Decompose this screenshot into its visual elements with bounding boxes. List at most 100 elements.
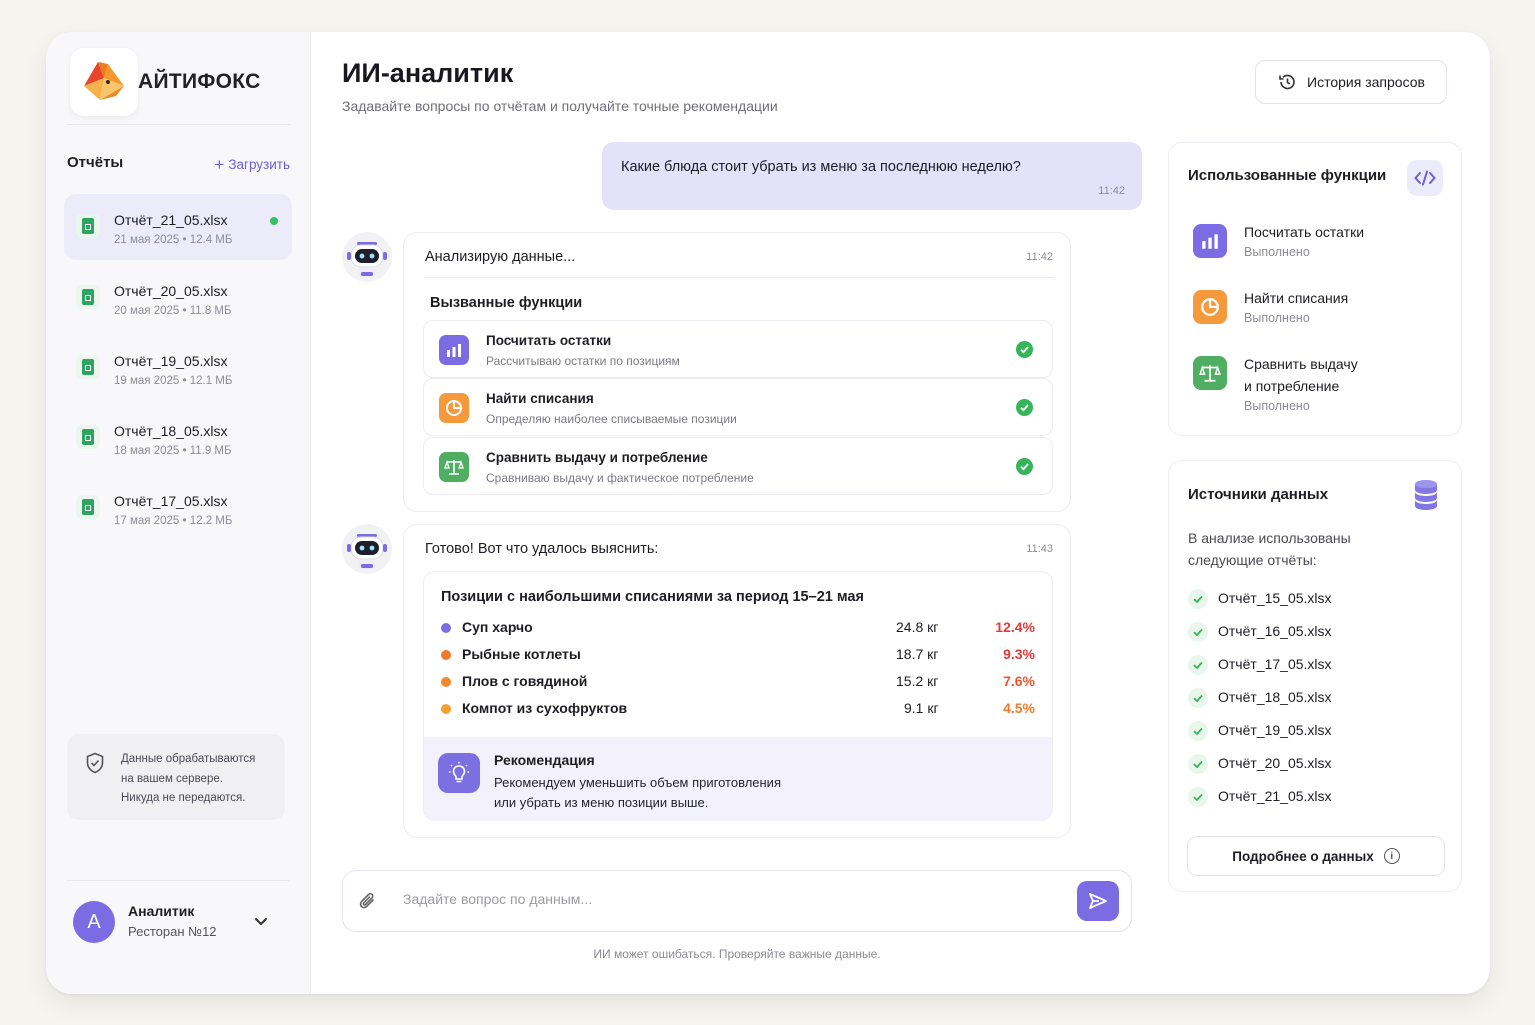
- function-title: Найти списания: [1244, 290, 1349, 306]
- data-sources-description: В анализе использованы следующие отчёты:: [1188, 527, 1351, 571]
- file-name: Отчёт_21_05.xlsx: [114, 212, 228, 228]
- function-title: Сравнить выдачу и потребление: [1244, 353, 1358, 397]
- series-dot: [441, 623, 451, 633]
- function-title-line: и потребление: [1244, 378, 1340, 394]
- series-dot: [441, 704, 451, 714]
- file-item[interactable]: Отчёт_17_05.xlsx 17 мая 2025 • 12.2 МБ: [64, 475, 292, 541]
- file-item[interactable]: Отчёт_19_05.xlsx 19 мая 2025 • 12.1 МБ: [64, 335, 292, 401]
- logo: [70, 48, 138, 116]
- shield-icon: [86, 752, 104, 774]
- spreadsheet-icon: [76, 425, 100, 449]
- page-title: ИИ-аналитик: [342, 58, 514, 88]
- recommendation: Рекомендация Рекомендуем уменьшить объем…: [424, 737, 1052, 821]
- source-file-name: Отчёт_19_05.xlsx: [1218, 722, 1332, 738]
- source-file-name: Отчёт_17_05.xlsx: [1218, 656, 1332, 672]
- recommendation-text: Рекомендуем уменьшить объем приготовлени…: [494, 773, 781, 813]
- function-title: Посчитать остатки: [1244, 224, 1365, 240]
- more-about-data-button[interactable]: Подробнее о данных i: [1187, 836, 1445, 876]
- file-name: Отчёт_19_05.xlsx: [114, 353, 228, 369]
- brand-name: АЙТИФОКС: [138, 70, 261, 93]
- history-button[interactable]: История запросов: [1255, 60, 1447, 104]
- file-name: Отчёт_20_05.xlsx: [114, 283, 228, 299]
- data-sources-card: Источники данных В анализе использованы …: [1168, 460, 1462, 892]
- file-item[interactable]: Отчёт_18_05.xlsx 18 мая 2025 • 11.9 МБ: [64, 405, 292, 471]
- security-line: Данные обрабатываются: [121, 753, 256, 765]
- user-message: Какие блюда стоит убрать из меню за посл…: [602, 142, 1142, 210]
- description-line: следующие отчёты:: [1188, 552, 1317, 568]
- function-title: Сравнить выдачу и потребление: [486, 450, 708, 465]
- writeoff-table: Позиции с наибольшими списаниями за пери…: [423, 571, 1053, 821]
- function-row[interactable]: Найти списания Определяю наиболее списыв…: [423, 378, 1053, 436]
- bar-chart-icon: [1193, 224, 1227, 258]
- used-functions-card: Использованные функции Посчитать остатки…: [1168, 142, 1462, 436]
- scales-icon: [439, 452, 469, 482]
- recommendation-line: Рекомендуем уменьшить объем приготовлени…: [494, 775, 781, 790]
- scales-icon: [1193, 356, 1227, 390]
- table-row: Плов с говядиной 15.2 кг 7.6%: [441, 672, 1037, 692]
- more-label: Подробнее о данных: [1232, 848, 1374, 864]
- check-icon: [1016, 458, 1033, 475]
- card-title: Источники данных: [1188, 486, 1329, 503]
- card-title: Использованные функции: [1188, 167, 1387, 184]
- function-title: Найти списания: [486, 391, 594, 406]
- upload-button[interactable]: + Загрузить: [214, 154, 290, 174]
- spreadsheet-icon: [76, 355, 100, 379]
- send-button[interactable]: [1077, 881, 1119, 921]
- series-dot: [441, 650, 451, 660]
- security-text: Данные обрабатываются на вашем сервере. …: [121, 750, 255, 809]
- dish-name: Рыбные котлеты: [462, 646, 581, 662]
- sidebar: АЙТИФОКС Отчёты + Загрузить Отчёт_21_05.x…: [46, 32, 311, 994]
- chevron-down-icon[interactable]: [253, 913, 269, 929]
- send-icon: [1089, 893, 1107, 909]
- chat-input[interactable]: [403, 891, 1003, 907]
- table-row: Суп харчо 24.8 кг 12.4%: [441, 618, 1037, 638]
- message-text: Какие блюда стоит убрать из меню за посл…: [621, 159, 1021, 175]
- file-meta: 21 мая 2025 • 12.4 МБ: [114, 234, 233, 246]
- code-icon[interactable]: [1407, 160, 1443, 196]
- function-desc: Сравниваю выдачу и фактическое потреблен…: [486, 471, 754, 485]
- description-line: В анализе использованы: [1188, 530, 1351, 546]
- function-desc: Рассчитываю остатки по позициям: [486, 354, 680, 368]
- security-line: Никуда не передаются.: [121, 792, 246, 804]
- file-meta: 20 мая 2025 • 11.8 МБ: [114, 305, 232, 317]
- function-status: Выполнено: [1244, 399, 1310, 413]
- bar-chart-icon: [439, 335, 469, 365]
- pie-chart-icon: [439, 393, 469, 423]
- function-title-line: Сравнить выдачу: [1244, 356, 1358, 372]
- robot-icon: [347, 242, 387, 277]
- message-time: 11:43: [1026, 543, 1053, 555]
- check-icon: [1188, 589, 1208, 609]
- file-meta: 18 мая 2025 • 11.9 МБ: [114, 445, 232, 457]
- bot-avatar: [342, 524, 392, 574]
- used-function-item: Сравнить выдачу и потребление Выполнено: [1188, 353, 1448, 419]
- check-icon: [1188, 655, 1208, 675]
- user-profile[interactable]: А Аналитик Ресторан №12: [67, 880, 289, 960]
- security-line: на вашем сервере.: [121, 772, 223, 785]
- check-icon: [1188, 787, 1208, 807]
- divider: [66, 124, 290, 125]
- file-item[interactable]: Отчёт_21_05.xlsx 21 мая 2025 • 12.4 МБ: [64, 194, 292, 260]
- file-name: Отчёт_18_05.xlsx: [114, 423, 228, 439]
- dish-percent: 9.3%: [1003, 646, 1035, 662]
- dish-percent: 4.5%: [1003, 700, 1035, 716]
- function-status: Выполнено: [1244, 311, 1310, 325]
- file-name: Отчёт_17_05.xlsx: [114, 493, 228, 509]
- file-item[interactable]: Отчёт_20_05.xlsx 20 мая 2025 • 11.8 МБ: [64, 265, 292, 331]
- check-icon: [1188, 754, 1208, 774]
- paperclip-icon[interactable]: [358, 891, 378, 913]
- bot-avatar: [342, 232, 392, 282]
- message-time: 11:42: [1026, 251, 1053, 263]
- recommendation-title: Рекомендация: [494, 752, 595, 768]
- function-row[interactable]: Посчитать остатки Рассчитываю остатки по…: [423, 320, 1053, 378]
- plus-icon: +: [214, 155, 225, 174]
- source-file-name: Отчёт_15_05.xlsx: [1218, 590, 1332, 606]
- result-text: Готово! Вот что удалось выяснить:: [425, 541, 659, 557]
- avatar: А: [73, 901, 115, 943]
- function-row[interactable]: Сравнить выдачу и потребление Сравниваю …: [423, 437, 1053, 495]
- spreadsheet-icon: [76, 495, 100, 519]
- app-window: АЙТИФОКС Отчёты + Загрузить Отчёт_21_05.x…: [46, 32, 1490, 994]
- source-file-name: Отчёт_20_05.xlsx: [1218, 755, 1332, 771]
- dish-percent: 7.6%: [1003, 673, 1035, 689]
- divider: [424, 277, 1054, 278]
- used-function-item: Посчитать остатки Выполнено: [1188, 221, 1448, 265]
